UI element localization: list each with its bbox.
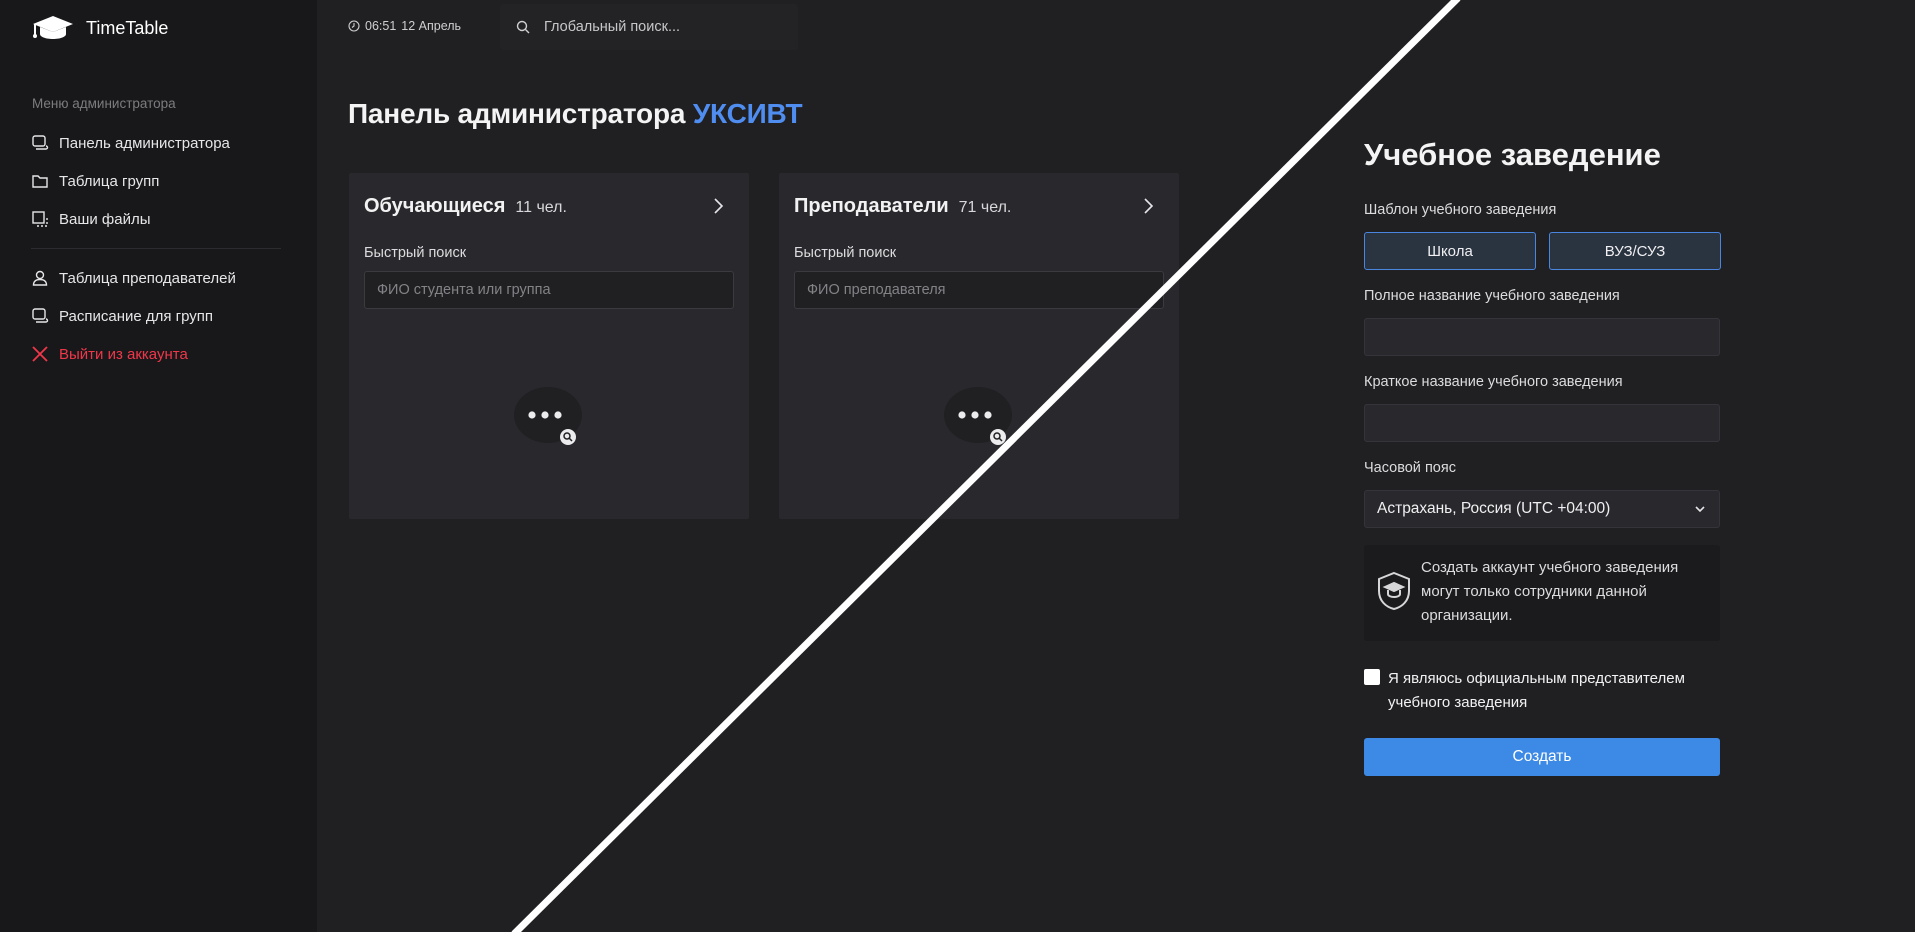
- chevron-right-icon[interactable]: [709, 197, 727, 215]
- clock: 06:51 12 Апрель: [348, 19, 461, 33]
- representative-checkbox-row[interactable]: Я являюсь официальным представителем уче…: [1364, 667, 1708, 715]
- timezone-value: Астрахань, Россия (UTC +04:00): [1377, 500, 1611, 517]
- sidebar-menu-primary: Панель администратора Таблица групп Ваши…: [31, 124, 291, 238]
- full-name-input[interactable]: [1364, 318, 1720, 356]
- shield-icon: [1378, 571, 1410, 611]
- empty-state-icon: [944, 387, 1012, 445]
- folder-icon: [32, 175, 48, 188]
- sidebar-item-teachers-table[interactable]: Таблица преподавателей: [31, 259, 291, 297]
- sidebar: TimeTable Меню администратора Панель адм…: [0, 0, 317, 932]
- graduation-cap-icon: [33, 16, 73, 39]
- files-icon: [32, 211, 48, 227]
- card-title: Преподаватели: [794, 195, 949, 217]
- clock-icon: [348, 20, 360, 32]
- teacher-search-input[interactable]: [794, 271, 1164, 309]
- template-option-university[interactable]: ВУЗ/СУЗ: [1549, 232, 1721, 270]
- card-count: 11 чел.: [515, 199, 567, 216]
- notice-text: Создать аккаунт учебного заведения могут…: [1421, 559, 1679, 624]
- card-header: Обучающиеся 11 чел.: [364, 195, 567, 218]
- sidebar-item-admin-panel[interactable]: Панель администратора: [31, 124, 291, 162]
- teachers-card: Преподаватели 71 чел. Быстрый поиск: [779, 173, 1179, 519]
- card-count: 71 чел.: [958, 199, 1012, 216]
- sidebar-item-label: Выйти из аккаунта: [59, 345, 188, 363]
- card-header: Преподаватели 71 чел.: [794, 195, 1011, 218]
- panel-icon: [32, 135, 49, 150]
- sidebar-item-label: Таблица преподавателей: [59, 269, 236, 287]
- menu-divider: [31, 248, 281, 249]
- sidebar-item-label: Ваши файлы: [59, 210, 151, 228]
- quick-search-label: Быстрый поиск: [794, 245, 897, 261]
- chevron-down-icon: [1695, 506, 1705, 513]
- app-name: TimeTable: [86, 17, 169, 38]
- sidebar-item-label: Панель администратора: [59, 134, 230, 152]
- sidebar-item-your-files[interactable]: Ваши файлы: [31, 200, 291, 238]
- menu-caption: Меню администратора: [32, 96, 176, 111]
- schedule-icon: [32, 308, 49, 323]
- global-search-input[interactable]: [544, 19, 764, 35]
- card-title: Обучающиеся: [364, 195, 506, 217]
- short-name-label: Краткое название учебного заведения: [1364, 374, 1623, 390]
- short-name-input[interactable]: [1364, 404, 1720, 442]
- timezone-label: Часовой пояс: [1364, 460, 1456, 476]
- user-icon: [32, 270, 48, 286]
- sidebar-menu-secondary: Таблица преподавателей Расписание для гр…: [31, 259, 291, 373]
- sidebar-item-logout[interactable]: Выйти из аккаунта: [31, 335, 291, 373]
- search-icon: [516, 20, 530, 34]
- chevron-right-icon[interactable]: [1139, 197, 1157, 215]
- sidebar-item-label: Расписание для групп: [59, 307, 214, 325]
- full-name-label: Полное название учебного заведения: [1364, 288, 1620, 304]
- notice-box: Создать аккаунт учебного заведения могут…: [1364, 545, 1720, 641]
- students-card: Обучающиеся 11 чел. Быстрый поиск: [349, 173, 749, 519]
- close-icon: [32, 346, 48, 362]
- quick-search-label: Быстрый поиск: [364, 245, 467, 261]
- template-option-school[interactable]: Школа: [1364, 232, 1536, 270]
- clock-time: 06:51: [365, 19, 397, 33]
- timezone-select[interactable]: Астрахань, Россия (UTC +04:00): [1364, 490, 1720, 528]
- sidebar-item-group-schedule[interactable]: Расписание для групп: [31, 297, 291, 335]
- page-title: Панель администратора УКСИВТ: [348, 98, 803, 130]
- representative-checkbox-label: Я являюсь официальным представителем уче…: [1388, 670, 1685, 711]
- sidebar-item-groups-table[interactable]: Таблица групп: [31, 162, 291, 200]
- page-title-accent: УКСИВТ: [692, 98, 803, 129]
- form-title: Учебное заведение: [1364, 137, 1661, 172]
- sidebar-item-label: Таблица групп: [59, 172, 160, 190]
- global-search[interactable]: [500, 4, 798, 50]
- clock-date: 12 Апрель: [401, 19, 462, 33]
- representative-checkbox[interactable]: [1364, 669, 1380, 685]
- empty-state-icon: [514, 387, 582, 445]
- student-search-input[interactable]: [364, 271, 734, 309]
- template-label: Шаблон учебного заведения: [1364, 202, 1557, 218]
- create-button[interactable]: Создать: [1364, 738, 1720, 776]
- page-title-text: Панель администратора: [348, 98, 686, 129]
- app-logo[interactable]: TimeTable: [31, 15, 168, 41]
